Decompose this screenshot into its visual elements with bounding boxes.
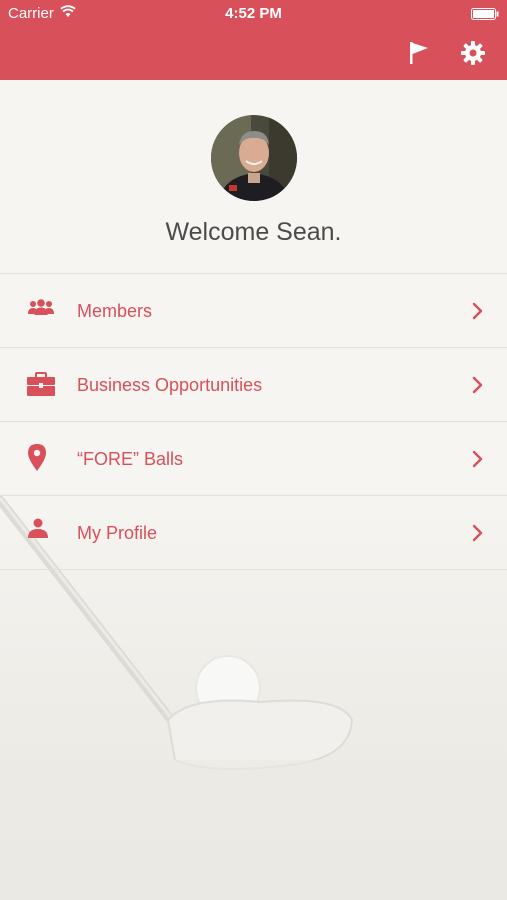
flag-icon[interactable] [406,40,432,66]
chevron-right-icon [472,376,483,394]
briefcase-icon [27,372,55,396]
chevron-right-icon [472,450,483,468]
app-screen: Carrier 4:52 PM Welcome Sean. Members Bu… [0,0,507,900]
members-icon [28,299,54,315]
menu-item-label: Members [77,301,153,321]
menu-item-fore-balls[interactable]: “FORE” Balls [0,422,507,496]
person-icon [28,518,48,538]
menu-item-label: My Profile [77,523,158,543]
chevron-right-icon [472,302,483,320]
gear-icon[interactable] [461,41,485,65]
menu-item-members[interactable]: Members [0,274,507,348]
battery-icon [471,8,499,20]
menu-item-my-profile[interactable]: My Profile [0,496,507,570]
menu-item-label: Business Opportunities [77,375,263,395]
menu-item-label: “FORE” Balls [77,449,184,469]
avatar[interactable] [211,115,297,201]
chevron-right-icon [472,524,483,542]
status-time: 4:52 PM [225,5,282,22]
main-menu: Members Business Opportunities “FORE” Ba… [0,273,507,570]
status-bar: Carrier 4:52 PM [0,0,507,28]
location-pin-icon [28,444,46,471]
welcome-text: Welcome Sean. [165,218,342,246]
header-bar: Carrier 4:52 PM [0,0,507,80]
menu-item-business-opportunities[interactable]: Business Opportunities [0,348,507,422]
